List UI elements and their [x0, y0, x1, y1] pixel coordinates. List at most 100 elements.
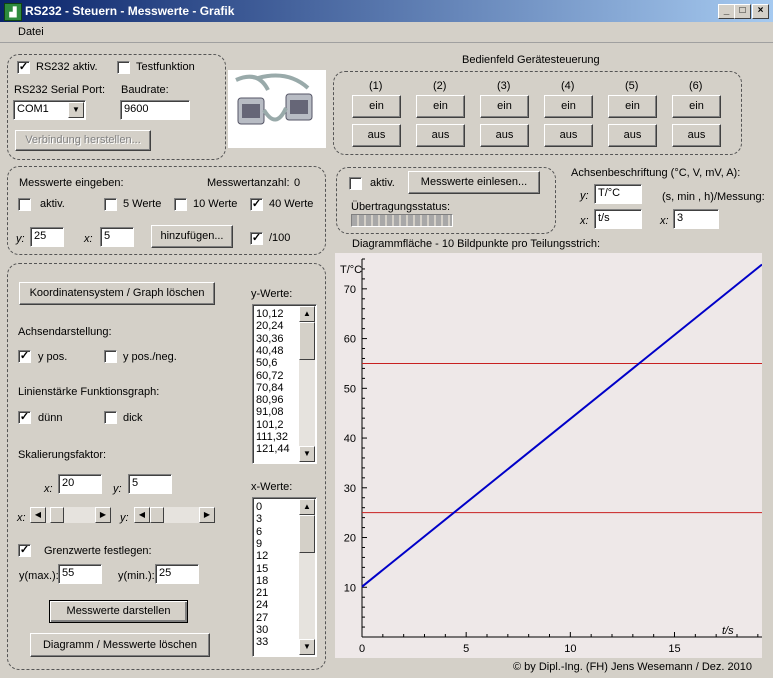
ymin-input[interactable]: 25: [155, 564, 199, 584]
baudrate-input[interactable]: 9600: [120, 100, 190, 120]
axis-y-caption-label: y:: [580, 190, 589, 202]
scale-x-input[interactable]: 20: [58, 474, 102, 494]
channel-1-on-button[interactable]: ein: [352, 95, 401, 118]
chevron-down-icon[interactable]: ▼: [68, 102, 84, 118]
list-item[interactable]: 111,32: [256, 431, 288, 443]
show-values-button[interactable]: Messwerte darstellen: [49, 600, 188, 623]
read-aktiv-label: aktiv.: [370, 177, 395, 189]
list-item[interactable]: 50,6: [256, 357, 277, 369]
list-item[interactable]: 0: [256, 501, 262, 513]
close-icon[interactable]: ×: [752, 4, 769, 19]
channel-label-1: (1): [369, 80, 383, 92]
clear-diagram-button[interactable]: Diagramm / Messwerte löschen: [30, 633, 210, 657]
x-values-list[interactable]: 0 3 6 9 12 15 18 21 24 27 30 33 ▲ ▼: [252, 497, 317, 657]
list-item[interactable]: 60,72: [256, 370, 284, 382]
scroll-thumb[interactable]: [150, 507, 164, 523]
scroll-thumb[interactable]: [299, 515, 315, 553]
y-values-scrollbar[interactable]: ▲ ▼: [299, 306, 315, 462]
list-item[interactable]: 33: [256, 636, 268, 648]
list-item[interactable]: 40,48: [256, 345, 284, 357]
axis-x-caption-label: x:: [580, 215, 589, 227]
scroll-left-icon[interactable]: ◀: [30, 507, 46, 523]
yposneg-checkbox[interactable]: [104, 350, 117, 363]
list-item[interactable]: 121,44: [256, 443, 290, 455]
maximize-icon[interactable]: □: [734, 4, 751, 19]
list-item[interactable]: 27: [256, 612, 268, 624]
scroll-left-icon[interactable]: ◀: [134, 507, 150, 523]
list-item[interactable]: 10,12: [256, 308, 284, 320]
connect-button[interactable]: Verbindung herstellen...: [15, 130, 151, 151]
input-y-field[interactable]: 25: [30, 227, 64, 247]
list-item[interactable]: 30: [256, 624, 268, 636]
input-x-field[interactable]: 5: [100, 227, 134, 247]
list-item[interactable]: 3: [256, 513, 262, 525]
list-item[interactable]: 30,36: [256, 333, 284, 345]
list-item[interactable]: 101,2: [256, 419, 284, 431]
serial-cable-image: [228, 70, 326, 148]
clear-coordinates-button[interactable]: Koordinatensystem / Graph löschen: [19, 282, 215, 305]
axis-y-caption-input[interactable]: T/°C: [594, 184, 642, 204]
scale-y-scrollbar[interactable]: ◀ ▶: [134, 507, 215, 523]
y-values-list[interactable]: 10,12 20,24 30,36 40,48 50,6 60,72 70,84 80,96 9…: [252, 304, 317, 464]
scroll-up-icon[interactable]: ▲: [299, 306, 315, 322]
scroll-down-icon[interactable]: ▼: [299, 639, 315, 655]
rs232-aktiv-checkbox[interactable]: ✓: [17, 61, 30, 74]
channel-5-on-button[interactable]: ein: [608, 95, 657, 118]
list-item[interactable]: 70,84: [256, 382, 284, 394]
transfer-status-label: Übertragungsstatus:: [351, 201, 451, 213]
input-x-label: x:: [84, 233, 93, 245]
axis-x-caption-input[interactable]: t/s: [594, 209, 642, 229]
channel-2-on-button[interactable]: ein: [416, 95, 465, 118]
channel-label-5: (5): [625, 80, 639, 92]
per-x-label: x:: [660, 215, 669, 227]
list-item[interactable]: 15: [256, 563, 268, 575]
x-values-scrollbar[interactable]: ▲ ▼: [299, 499, 315, 655]
thick-checkbox[interactable]: [104, 411, 117, 424]
input-aktiv-checkbox[interactable]: [18, 198, 31, 211]
list-item[interactable]: 24: [256, 599, 268, 611]
list-item[interactable]: 91,08: [256, 406, 284, 418]
thin-checkbox[interactable]: ✓: [18, 411, 31, 424]
y-tick-label: 10: [344, 582, 356, 594]
ymax-input[interactable]: 55: [58, 564, 102, 584]
channel-6-on-button[interactable]: ein: [672, 95, 721, 118]
scroll-right-icon[interactable]: ▶: [199, 507, 215, 523]
list-item[interactable]: 80,96: [256, 394, 284, 406]
list-item[interactable]: 18: [256, 575, 268, 587]
add-button[interactable]: hinzufügen...: [151, 225, 233, 248]
scroll-up-icon[interactable]: ▲: [299, 499, 315, 515]
channel-3-on-button[interactable]: ein: [480, 95, 529, 118]
channel-6-off-button[interactable]: aus: [672, 124, 721, 147]
ypos-checkbox[interactable]: ✓: [18, 350, 31, 363]
read-aktiv-checkbox[interactable]: [349, 177, 362, 190]
channel-4-off-button[interactable]: aus: [544, 124, 593, 147]
channel-5-off-button[interactable]: aus: [608, 124, 657, 147]
w5-checkbox[interactable]: [104, 198, 117, 211]
list-item[interactable]: 6: [256, 526, 262, 538]
list-item[interactable]: 20,24: [256, 320, 284, 332]
minimize-icon[interactable]: _: [718, 4, 735, 19]
list-item[interactable]: 12: [256, 550, 268, 562]
w10-checkbox[interactable]: [174, 198, 187, 211]
scale-y-input[interactable]: 5: [128, 474, 172, 494]
channel-3-off-button[interactable]: aus: [480, 124, 529, 147]
read-button[interactable]: Messwerte einlesen...: [408, 171, 540, 194]
scroll-thumb[interactable]: [50, 507, 64, 523]
menu-datei[interactable]: Datei: [18, 26, 44, 38]
scale-x-scrollbar[interactable]: ◀ ▶: [30, 507, 111, 523]
channel-4-on-button[interactable]: ein: [544, 95, 593, 118]
scroll-right-icon[interactable]: ▶: [95, 507, 111, 523]
div100-checkbox[interactable]: ✓: [250, 232, 263, 245]
y-tick-label: 50: [344, 383, 356, 395]
w40-checkbox[interactable]: ✓: [250, 198, 263, 211]
per-measurement-input[interactable]: 3: [673, 209, 719, 229]
channel-1-off-button[interactable]: aus: [352, 124, 401, 147]
channel-2-off-button[interactable]: aus: [416, 124, 465, 147]
limits-checkbox[interactable]: ✓: [18, 544, 31, 557]
serial-port-select[interactable]: COM1 ▼: [13, 100, 86, 120]
scroll-thumb[interactable]: [299, 322, 315, 360]
scroll-down-icon[interactable]: ▼: [299, 446, 315, 462]
list-item[interactable]: 9: [256, 538, 262, 550]
list-item[interactable]: 21: [256, 587, 268, 599]
testfunktion-checkbox[interactable]: [117, 61, 130, 74]
